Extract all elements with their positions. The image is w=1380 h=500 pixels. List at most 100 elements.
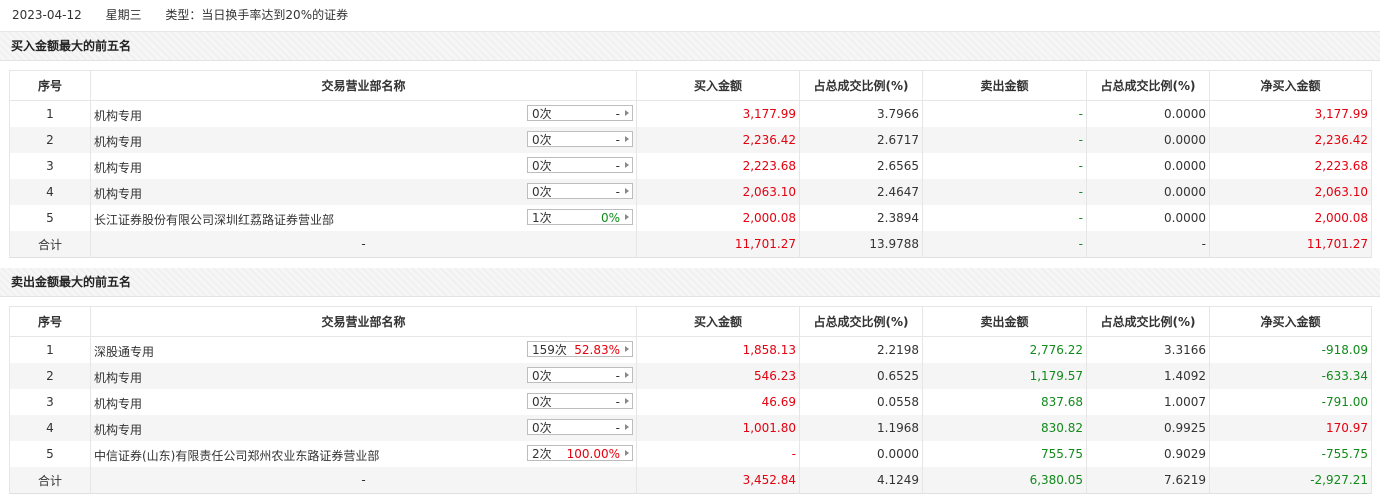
col-sell-ratio: 占总成交比例(%) — [1086, 306, 1210, 337]
col-index: 序号 — [9, 306, 91, 337]
trade-count: 0次 — [532, 185, 552, 199]
triangle-right-icon — [625, 424, 629, 430]
branch-name-cell: 机构专用 0次 - — [90, 127, 637, 153]
sell-amount: 755.75 — [922, 441, 1087, 467]
net-amount: -755.75 — [1209, 441, 1372, 467]
table-row: 4 机构专用 0次 -2,063.10 2.4647-0.0000 2,063.10 — [9, 179, 1372, 205]
buy-ratio: 0.0558 — [799, 389, 923, 415]
col-buy-ratio: 占总成交比例(%) — [799, 306, 923, 337]
net-amount: 3,177.99 — [1209, 100, 1372, 127]
net-amount: 2,063.10 — [1209, 179, 1372, 205]
branch-name[interactable]: 机构专用 — [94, 185, 142, 202]
buy-table-header: 序号 交易营业部名称 买入金额 占总成交比例(%) 卖出金额 占总成交比例(%)… — [9, 70, 1372, 101]
branch-name[interactable]: 机构专用 — [94, 107, 142, 124]
sell-table-wrap: 序号 交易营业部名称 买入金额 占总成交比例(%) 卖出金额 占总成交比例(%)… — [0, 297, 1380, 494]
total-row: 合计 -11,701.27 13.9788- -11,701.27 — [9, 231, 1372, 258]
col-sell-amount: 卖出金额 — [922, 70, 1087, 101]
branch-name-cell: 机构专用 0次 - — [90, 179, 637, 205]
buy-amount: 2,223.68 — [636, 153, 800, 179]
trade-count: 2次 — [532, 447, 552, 461]
buy-table: 序号 交易营业部名称 买入金额 占总成交比例(%) 卖出金额 占总成交比例(%)… — [9, 70, 1372, 258]
branch-name-cell: 机构专用 0次 - — [90, 100, 637, 127]
total-buy-amount: 3,452.84 — [636, 467, 800, 494]
row-index: 5 — [9, 441, 91, 467]
triangle-right-icon — [625, 398, 629, 404]
row-index: 4 — [9, 179, 91, 205]
net-amount: 170.97 — [1209, 415, 1372, 441]
buy-ratio: 2.2198 — [799, 336, 923, 363]
branch-name[interactable]: 深股通专用 — [94, 343, 154, 360]
buy-section-title: 买入金额最大的前五名 — [0, 32, 1380, 61]
buy-amount: 46.69 — [636, 389, 800, 415]
trade-count: 0次 — [532, 421, 552, 435]
net-amount: 2,236.42 — [1209, 127, 1372, 153]
branch-name-cell: 中信证券(山东)有限责任公司郑州农业东路证券营业部 2次 100.00% — [90, 441, 637, 467]
sell-amount: 837.68 — [922, 389, 1087, 415]
buy-amount: 1,001.80 — [636, 415, 800, 441]
col-sell-ratio: 占总成交比例(%) — [1086, 70, 1210, 101]
net-amount: -633.34 — [1209, 363, 1372, 389]
branch-name[interactable]: 机构专用 — [94, 159, 142, 176]
total-buy-ratio: 13.9788 — [799, 231, 923, 258]
sell-ratio: 0.9925 — [1086, 415, 1210, 441]
sell-amount: - — [922, 179, 1087, 205]
branch-name[interactable]: 机构专用 — [94, 133, 142, 150]
sell-ratio: 0.0000 — [1086, 205, 1210, 231]
row-index: 4 — [9, 415, 91, 441]
net-amount: 2,223.68 — [1209, 153, 1372, 179]
branch-name-cell: 机构专用 0次 - — [90, 153, 637, 179]
buy-ratio: 0.6525 — [799, 363, 923, 389]
trade-count-dropdown[interactable]: 0次 - — [527, 419, 633, 435]
sell-section-title: 卖出金额最大的前五名 — [0, 268, 1380, 297]
row-index: 1 — [9, 100, 91, 127]
branch-name[interactable]: 机构专用 — [94, 395, 142, 412]
net-amount: 2,000.08 — [1209, 205, 1372, 231]
total-sell-amount: 6,380.05 — [922, 467, 1087, 494]
total-sell-ratio: 7.6219 — [1086, 467, 1210, 494]
type-text: 类型：当日换手率达到20%的证券 — [165, 8, 349, 22]
col-buy-ratio: 占总成交比例(%) — [799, 70, 923, 101]
trade-count-dropdown[interactable]: 0次 - — [527, 367, 633, 383]
trade-count: 0次 — [532, 107, 552, 121]
branch-name[interactable]: 长江证券股份有限公司深圳红荔路证券营业部 — [94, 211, 334, 228]
total-net-amount: 11,701.27 — [1209, 231, 1372, 258]
table-row: 3 机构专用 0次 - 46.69 0.0558 837.68 1.0007 -791.00 — [9, 389, 1372, 415]
total-name: - — [90, 231, 637, 258]
branch-name[interactable]: 机构专用 — [94, 421, 142, 438]
total-sell-ratio: - — [1086, 231, 1210, 258]
sell-amount: 830.82 — [922, 415, 1087, 441]
sell-amount: - — [922, 100, 1087, 127]
sell-table-body: 1 深股通专用 159次 52.83% 1,858.13 2.2198 2,776.22 3.… — [9, 336, 1372, 494]
trade-count: 0次 — [532, 395, 552, 409]
trade-count-dropdown[interactable]: 0次 - — [527, 157, 633, 173]
trade-count-dropdown[interactable]: 0次 - — [527, 183, 633, 199]
buy-ratio: 2.6717 — [799, 127, 923, 153]
table-row: 1 深股通专用 159次 52.83% 1,858.13 2.2198 2,776.22 3.… — [9, 336, 1372, 363]
col-net-amount: 净买入金额 — [1209, 306, 1372, 337]
date-text: 2023-04-12 — [12, 8, 82, 22]
row-index: 2 — [9, 363, 91, 389]
trade-count-dropdown[interactable]: 159次 52.83% — [527, 341, 633, 357]
trade-count-dropdown[interactable]: 0次 - — [527, 105, 633, 121]
table-row: 5 长江证券股份有限公司深圳红荔路证券营业部 1次 0% 2,000.08 2.3894-… — [9, 205, 1372, 231]
trade-count-dropdown[interactable]: 2次 100.00% — [527, 445, 633, 461]
branch-name-cell: 机构专用 0次 - — [90, 363, 637, 389]
buy-ratio: 2.3894 — [799, 205, 923, 231]
buy-ratio: 2.4647 — [799, 179, 923, 205]
buy-ratio: 2.6565 — [799, 153, 923, 179]
branch-name-cell: 机构专用 0次 - — [90, 389, 637, 415]
row-index: 3 — [9, 389, 91, 415]
trade-count-dropdown[interactable]: 0次 - — [527, 131, 633, 147]
win-rate: - — [615, 133, 620, 147]
buy-ratio: 1.1968 — [799, 415, 923, 441]
col-branch-name: 交易营业部名称 — [90, 306, 637, 337]
sell-amount: - — [922, 205, 1087, 231]
win-rate: - — [615, 421, 620, 435]
branch-name[interactable]: 机构专用 — [94, 369, 142, 386]
sell-amount: - — [922, 153, 1087, 179]
branch-name[interactable]: 中信证券(山东)有限责任公司郑州农业东路证券营业部 — [94, 447, 379, 464]
win-rate: - — [615, 369, 620, 383]
trade-count-dropdown[interactable]: 1次 0% — [527, 209, 633, 225]
total-sell-amount: - — [922, 231, 1087, 258]
trade-count-dropdown[interactable]: 0次 - — [527, 393, 633, 409]
